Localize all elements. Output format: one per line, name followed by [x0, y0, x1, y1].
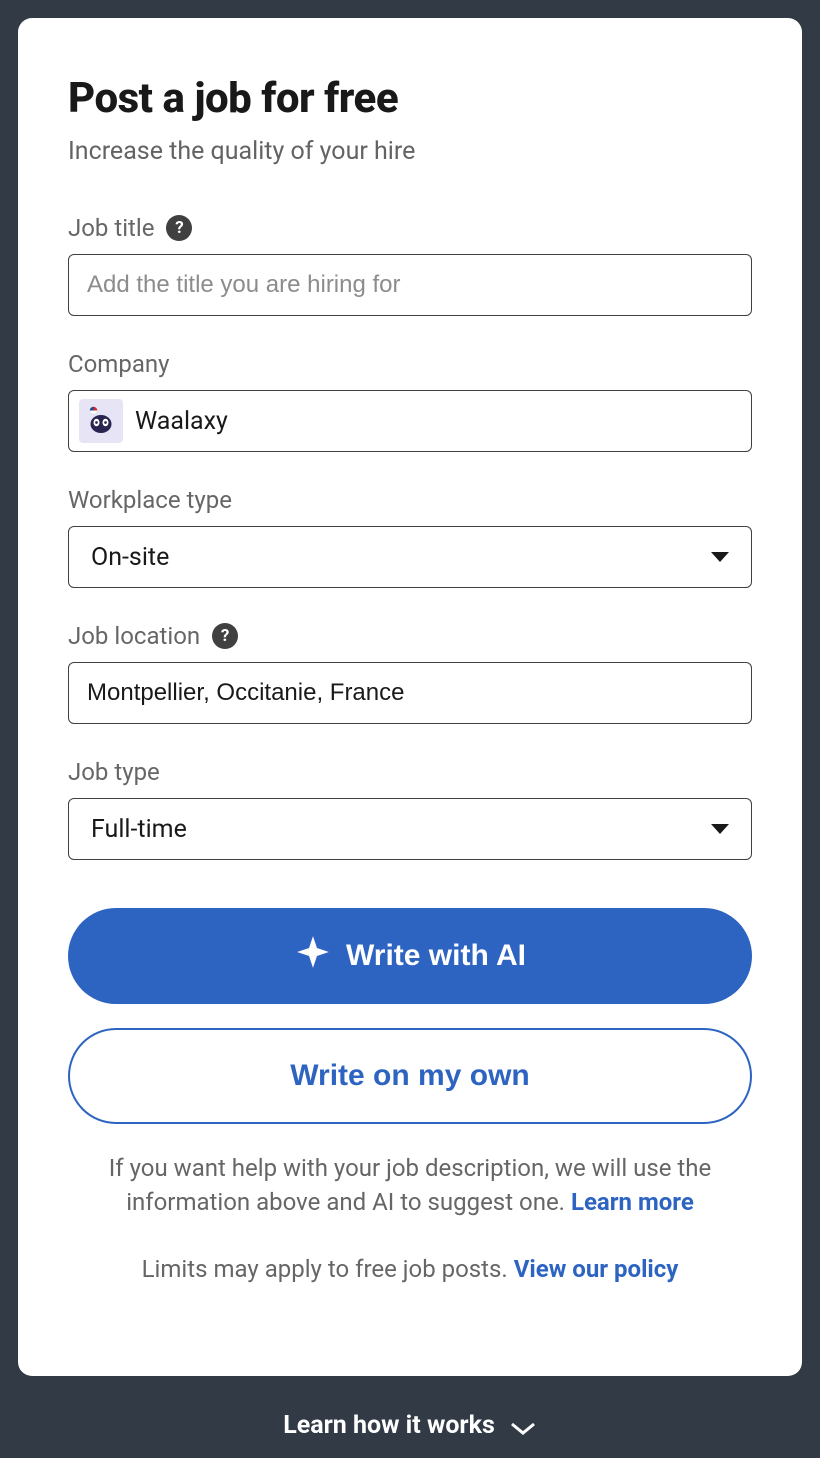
footer[interactable]: Learn how it works [18, 1376, 802, 1440]
job-title-field: Job title ? [68, 214, 752, 316]
footer-label: Learn how it works [283, 1411, 495, 1440]
job-location-label: Job location [68, 622, 200, 650]
page-subtitle: Increase the quality of your hire [68, 137, 752, 166]
job-title-label-row: Job title ? [68, 214, 752, 242]
view-policy-link[interactable]: View our policy [514, 1255, 679, 1283]
company-label: Company [68, 350, 170, 378]
job-post-card: Post a job for free Increase the quality… [18, 18, 802, 1376]
write-on-my-own-label: Write on my own [290, 1059, 529, 1093]
help-icon[interactable]: ? [166, 215, 192, 241]
job-type-field: Job type Full-time [68, 758, 752, 860]
workplace-type-field: Workplace type On-site [68, 486, 752, 588]
company-logo-icon [79, 399, 123, 443]
company-field: Company Waalaxy [68, 350, 752, 452]
job-location-label-row: Job location ? [68, 622, 752, 650]
chevron-down-icon [711, 824, 729, 834]
workplace-type-value: On-site [91, 543, 169, 572]
write-with-ai-label: Write with AI [346, 939, 526, 973]
write-with-ai-button[interactable]: Write with AI [68, 908, 752, 1004]
write-on-my-own-button[interactable]: Write on my own [68, 1028, 752, 1124]
help-icon[interactable]: ? [212, 623, 238, 649]
job-type-label: Job type [68, 758, 160, 786]
job-type-label-row: Job type [68, 758, 752, 786]
workplace-type-label: Workplace type [68, 486, 232, 514]
ai-help-text: If you want help with your job descripti… [68, 1152, 752, 1219]
company-input[interactable]: Waalaxy [68, 390, 752, 452]
job-title-input[interactable] [68, 254, 752, 316]
job-type-value: Full-time [91, 815, 187, 844]
chevron-down-icon [711, 552, 729, 562]
page-title: Post a job for free [68, 74, 752, 123]
job-type-select[interactable]: Full-time [68, 798, 752, 860]
learn-more-link[interactable]: Learn more [571, 1188, 694, 1216]
sparkle-icon [294, 933, 332, 979]
policy-description: Limits may apply to free job posts. [142, 1255, 514, 1283]
job-location-input[interactable] [68, 662, 752, 724]
company-value: Waalaxy [135, 407, 228, 436]
job-location-field: Job location ? [68, 622, 752, 724]
policy-text: Limits may apply to free job posts. View… [68, 1255, 752, 1283]
workplace-type-label-row: Workplace type [68, 486, 752, 514]
job-title-label: Job title [68, 214, 154, 242]
chevron-down-icon [509, 1420, 537, 1440]
company-label-row: Company [68, 350, 752, 378]
workplace-type-select[interactable]: On-site [68, 526, 752, 588]
